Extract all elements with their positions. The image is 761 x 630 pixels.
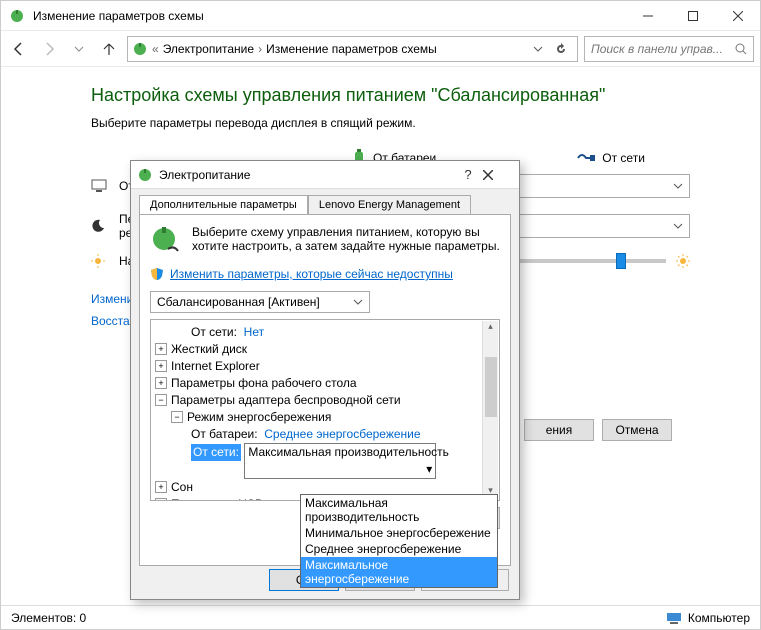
chevron-right-icon: «: [152, 42, 159, 56]
dropdown-option-max-saving[interactable]: Максимальное энергосбережение: [301, 557, 497, 587]
dialog-close-button[interactable]: [483, 170, 513, 180]
dialog-title: Электропитание: [159, 168, 453, 182]
uac-change-settings-link[interactable]: Изменить параметры, которые сейчас недос…: [150, 267, 500, 281]
titlebar: Изменение параметров схемы: [1, 1, 760, 31]
page-subtitle: Выберите параметры перевода дисплея в сп…: [91, 116, 690, 130]
tree-node-wireless-plugged[interactable]: От сети: Максимальная производительность…: [155, 443, 495, 479]
tree-node-background[interactable]: +Параметры фона рабочего стола: [155, 375, 495, 392]
dialog-titlebar: Электропитание ?: [131, 161, 519, 189]
tab-lenovo-energy[interactable]: Lenovo Energy Management: [308, 195, 471, 214]
wireless-plugged-dropdown: Максимальная производительность Минималь…: [300, 494, 498, 588]
address-bar[interactable]: « Электропитание › Изменение параметров …: [127, 36, 578, 62]
sun-icon: [91, 254, 109, 268]
computer-icon: [666, 612, 682, 624]
scroll-thumb[interactable]: [485, 357, 497, 417]
tree-scrollbar[interactable]: ▴ ▾: [482, 321, 498, 501]
dropdown-option-max-performance[interactable]: Максимальная производительность: [301, 495, 497, 525]
settings-tree: От сети: Нет +Жесткий диск +Internet Exp…: [150, 319, 500, 501]
status-bar: Элементов: 0 Компьютер: [1, 605, 760, 629]
cancel-button[interactable]: Отмена: [602, 419, 672, 441]
plugged-column-header: От сети: [576, 148, 645, 168]
up-button[interactable]: [97, 37, 121, 61]
forward-button[interactable]: [37, 37, 61, 61]
power-options-dialog: Электропитание ? Дополнительные параметр…: [130, 160, 520, 600]
chevron-right-icon: ›: [258, 42, 262, 56]
dialog-tabs: Дополнительные параметры Lenovo Energy M…: [131, 189, 519, 214]
dialog-icon: [137, 167, 153, 183]
status-location: Компьютер: [688, 611, 750, 625]
address-dropdown-button[interactable]: [533, 44, 551, 54]
minimize-button[interactable]: [625, 2, 670, 30]
nav-bar: « Электропитание › Изменение параметров …: [1, 31, 760, 67]
monitor-icon: [91, 179, 109, 193]
tree-node-hdd[interactable]: +Жесткий диск: [155, 341, 495, 358]
slider-thumb[interactable]: [616, 253, 626, 269]
page-title: Настройка схемы управления питанием "Сба…: [91, 85, 690, 106]
moon-icon: [91, 219, 109, 233]
back-button[interactable]: [7, 37, 31, 61]
breadcrumb-plan-settings[interactable]: Изменение параметров схемы: [266, 42, 437, 56]
breadcrumb-power[interactable]: Электропитание: [163, 42, 254, 56]
dialog-instruction: Выберите схему управления питанием, кото…: [192, 225, 500, 257]
plug-icon: [576, 150, 596, 166]
tree-node-wireless[interactable]: −Параметры адаптера беспроводной сети: [155, 392, 495, 409]
tab-advanced-settings[interactable]: Дополнительные параметры: [139, 195, 308, 214]
help-button[interactable]: ?: [453, 167, 483, 182]
wireless-plugged-value-select[interactable]: Максимальная производительность▾: [244, 443, 436, 479]
recent-locations-button[interactable]: [67, 37, 91, 61]
save-changes-button[interactable]: ения: [524, 419, 594, 441]
battery-plug-icon: [150, 225, 182, 257]
search-icon: [735, 43, 747, 55]
maximize-button[interactable]: [670, 2, 715, 30]
scroll-up-button[interactable]: ▴: [483, 321, 498, 337]
shield-icon: [150, 267, 164, 281]
search-input[interactable]: Поиск в панели управ...: [584, 36, 754, 62]
close-button[interactable]: [715, 2, 760, 30]
chevron-down-icon: [353, 297, 363, 307]
tree-node-wireless-mode[interactable]: −Режим энергосбережения: [155, 409, 495, 426]
dropdown-option-med-saving[interactable]: Среднее энергосбережение: [301, 541, 497, 557]
tab-panel: Выберите схему управления питанием, кото…: [139, 214, 511, 566]
dropdown-option-min-saving[interactable]: Минимальное энергосбережение: [301, 525, 497, 541]
power-plan-select[interactable]: Сбалансированная [Активен]: [150, 291, 370, 313]
window-title: Изменение параметров схемы: [33, 9, 625, 23]
status-count: Элементов: 0: [11, 611, 86, 625]
sun-bright-icon: [676, 254, 690, 268]
battery-icon: [132, 41, 148, 57]
tree-node-wireless-battery[interactable]: От батареи: Среднее энергосбережение: [155, 426, 495, 443]
window-controls: [625, 2, 760, 30]
tree-node-ie[interactable]: +Internet Explorer: [155, 358, 495, 375]
search-placeholder: Поиск в панели управ...: [591, 42, 735, 56]
tree-node-onnet-top[interactable]: От сети: Нет: [155, 324, 495, 341]
app-icon: [9, 8, 25, 24]
refresh-button[interactable]: [555, 43, 573, 55]
